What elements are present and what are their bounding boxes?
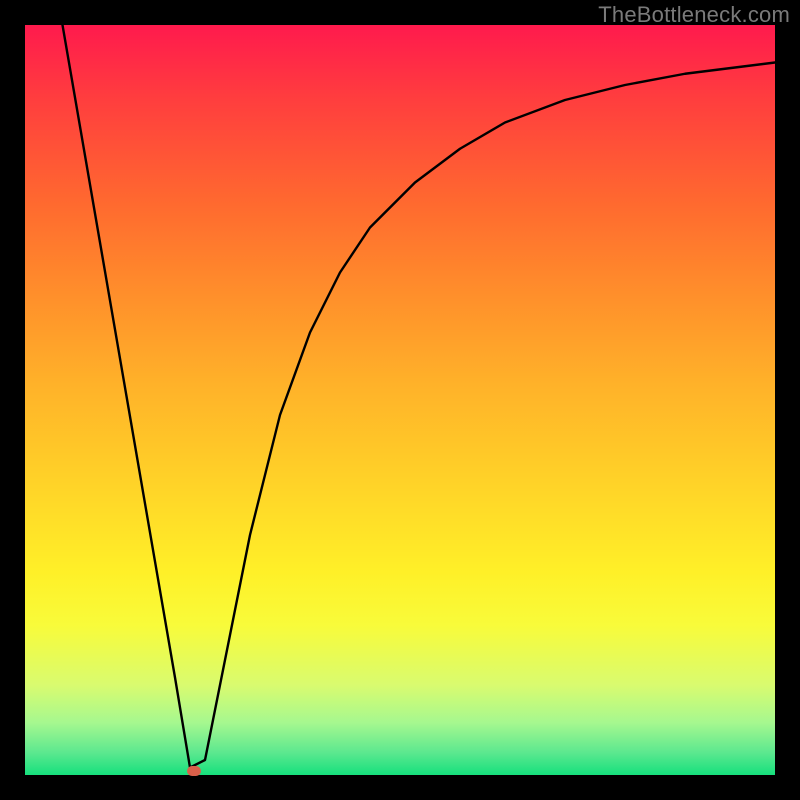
curve-path (63, 25, 776, 768)
chart-frame: TheBottleneck.com (0, 0, 800, 800)
watermark-text: TheBottleneck.com (598, 2, 790, 28)
chart-plot-area (25, 25, 775, 775)
curve-svg (25, 25, 775, 775)
curve-minimum-marker (187, 766, 201, 776)
